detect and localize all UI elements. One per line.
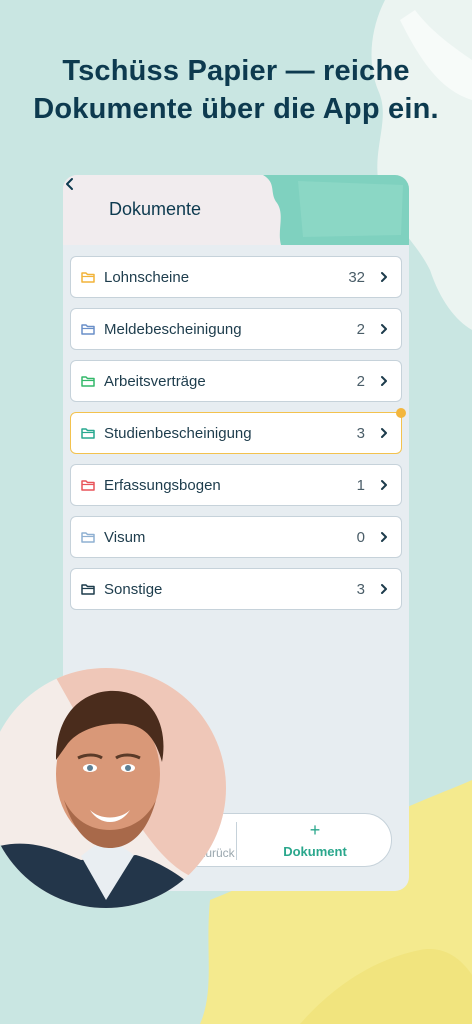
headline: Tschüss Papier — reiche Dokumente über d… xyxy=(0,52,472,128)
folder-count: 2 xyxy=(356,373,365,390)
chevron-right-icon xyxy=(381,324,387,334)
folder-icon xyxy=(81,480,95,491)
chevron-right-icon xyxy=(381,532,387,542)
avatar xyxy=(0,668,226,908)
chevron-right-icon xyxy=(381,584,387,594)
add-document-label: Dokument xyxy=(283,844,347,859)
folder-icon xyxy=(81,324,95,335)
chevron-right-icon xyxy=(381,376,387,386)
list-item[interactable]: Studienbescheinigung 3 xyxy=(70,408,406,454)
folder-label: Studienbescheinigung xyxy=(104,425,252,442)
folder-icon xyxy=(81,428,95,439)
folder-count: 0 xyxy=(356,529,365,546)
folder-icon xyxy=(81,584,95,595)
folder-label: Meldebescheinigung xyxy=(104,321,242,338)
folder-count: 3 xyxy=(356,581,365,598)
headline-line-2: Dokumente über die App ein. xyxy=(33,93,439,125)
app-header: Dokumente xyxy=(63,175,409,245)
folder-label: Sonstige xyxy=(104,581,163,598)
folder-count: 32 xyxy=(348,269,365,286)
folder-list: Lohnscheine 32 Meldebescheinigung 2 Arbe… xyxy=(70,256,406,620)
chevron-right-icon xyxy=(381,272,387,282)
list-item[interactable]: Visum 0 xyxy=(70,516,402,558)
folder-label: Visum xyxy=(104,529,146,546)
plus-icon: + xyxy=(309,820,321,840)
chevron-right-icon xyxy=(381,480,387,490)
add-document-button[interactable]: + Dokument xyxy=(238,814,392,866)
list-item[interactable]: Meldebescheinigung 2 xyxy=(70,308,402,350)
folder-icon xyxy=(81,532,95,543)
folder-icon xyxy=(81,376,95,387)
page-title: Dokumente xyxy=(109,199,202,219)
list-item[interactable]: Arbeitsverträge 2 xyxy=(70,360,402,402)
list-item[interactable]: Lohnscheine 32 xyxy=(70,256,402,298)
folder-count: 2 xyxy=(356,321,365,338)
headline-line-1: Tschüss Papier — reiche xyxy=(62,55,410,87)
list-item[interactable]: Sonstige 3 xyxy=(70,568,402,610)
notification-dot xyxy=(396,408,406,418)
divider xyxy=(236,822,237,860)
chevron-right-icon xyxy=(381,428,387,438)
folder-count: 3 xyxy=(356,425,365,442)
folder-label: Arbeitsverträge xyxy=(104,373,206,390)
list-item[interactable]: Erfassungsbogen 1 xyxy=(70,464,402,506)
folder-label: Erfassungsbogen xyxy=(104,477,221,494)
folder-label: Lohnscheine xyxy=(104,269,190,286)
folder-count: 1 xyxy=(356,477,365,494)
folder-icon xyxy=(81,272,95,283)
chevron-left-icon[interactable] xyxy=(63,175,77,193)
